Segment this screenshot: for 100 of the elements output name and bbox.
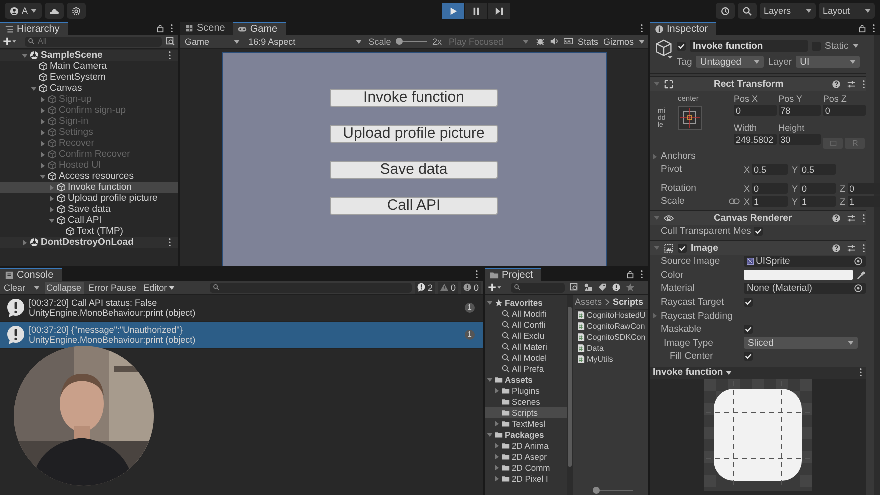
game-button[interactable]: Save data (330, 160, 498, 178)
foldout-arrow-icon[interactable] (487, 300, 493, 306)
number-field[interactable]: 0 (734, 105, 777, 116)
foldout-arrow-icon[interactable] (494, 388, 500, 394)
more-icon[interactable] (475, 270, 479, 279)
breadcrumb-link[interactable]: Scripts (613, 297, 644, 307)
error-count-toggle[interactable]: 0 (460, 282, 481, 294)
checkbox[interactable] (744, 325, 753, 334)
component-header[interactable]: Image (650, 240, 866, 255)
script-file[interactable]: Data (575, 343, 648, 354)
script-file[interactable]: CognitoRawCon (575, 321, 648, 332)
project-tree-item[interactable]: All Confli (485, 319, 567, 330)
hierarchy-item[interactable]: Main Camera (0, 61, 178, 72)
more-icon[interactable] (862, 80, 866, 88)
color-swatch[interactable] (744, 270, 853, 280)
number-field[interactable]: 78 (778, 105, 822, 116)
foldout-arrow-icon[interactable] (40, 174, 46, 180)
more-icon[interactable] (872, 24, 876, 33)
layer-dropdown[interactable]: UI (796, 56, 860, 68)
lock-icon[interactable] (156, 24, 165, 33)
checkbox[interactable] (744, 352, 753, 362)
foldout-arrow-icon[interactable] (487, 376, 493, 382)
sliders-icon[interactable] (847, 80, 856, 88)
project-tree-item[interactable]: Packages (485, 429, 567, 440)
hierarchy-item[interactable]: DontDestroyOnLoad (0, 237, 178, 248)
object-picker-icon[interactable] (854, 257, 863, 266)
tag-icon[interactable] (598, 283, 607, 292)
project-tree-item[interactable]: Scenes (485, 396, 567, 407)
console-tab[interactable]: Console (0, 268, 62, 281)
number-field[interactable]: 0 (800, 183, 836, 194)
foldout-arrow-icon[interactable] (49, 218, 55, 224)
settings-button[interactable] (67, 3, 86, 19)
foldout-arrow-icon[interactable] (494, 420, 500, 426)
aspect-dropdown[interactable]: 16:9 Aspect (246, 36, 364, 47)
hierarchy-item[interactable]: Upload profile picture (0, 193, 178, 204)
property-foldout[interactable]: Raycast Padding (661, 310, 750, 322)
project-tree-item[interactable]: All Modifi (485, 308, 567, 319)
inspector-tab[interactable]: Inspector (650, 22, 716, 35)
keyboard-icon[interactable] (564, 37, 573, 46)
project-tree-item[interactable]: All Model (485, 352, 567, 363)
foldout-arrow-icon[interactable] (49, 196, 55, 202)
caret-icon[interactable] (852, 44, 859, 48)
layers-dropdown[interactable]: Layers (760, 3, 816, 19)
hierarchy-item[interactable]: EventSystem (0, 72, 178, 83)
foldout-arrow-icon[interactable] (31, 86, 37, 92)
more-icon[interactable] (859, 368, 863, 378)
project-tree-item[interactable]: Scripts (485, 407, 567, 418)
search-field[interactable]: All (25, 36, 162, 46)
warning-filter-icon[interactable] (612, 283, 621, 292)
checkbox[interactable] (744, 298, 753, 308)
breadcrumb-link[interactable]: Assets (575, 297, 602, 307)
foldout-arrow-icon[interactable] (22, 52, 28, 58)
help-icon[interactable] (832, 80, 841, 88)
number-field[interactable]: 30 (778, 134, 822, 145)
project-tree-item[interactable]: 2D Pixel I (485, 473, 567, 484)
project-tree-item[interactable]: Assets (485, 374, 567, 385)
component-header[interactable]: Canvas Renderer (650, 210, 866, 225)
object-field[interactable]: None (Material) (744, 283, 866, 294)
eyedropper-icon[interactable] (857, 270, 866, 280)
hierarchy-item[interactable]: Invoke function (0, 182, 178, 193)
project-tree-item[interactable]: Plugins (485, 385, 567, 396)
link-icon[interactable] (729, 197, 740, 206)
slider-thumb[interactable] (396, 38, 404, 45)
log-entry[interactable]: [00:37:20] {"message":"Unauthorized"} UnityEngine.MonoBehaviour:print (object) 1 (0, 322, 483, 349)
view-tab[interactable]: Game (233, 22, 286, 35)
object-picker-icon[interactable] (854, 284, 863, 294)
display-dropdown[interactable]: Game (183, 36, 242, 47)
stats-button[interactable]: Stats (578, 36, 598, 46)
foldout-arrow-icon[interactable] (494, 464, 500, 470)
cloud-button[interactable] (45, 3, 64, 19)
hierarchy-item[interactable]: SampleScene (0, 50, 178, 61)
script-file[interactable]: MyUtils (575, 354, 648, 365)
console-toolbar-button[interactable]: Clear (2, 282, 42, 294)
game-button[interactable]: Call API (330, 196, 498, 214)
search-scene-icon[interactable] (166, 37, 175, 46)
star-icon[interactable] (626, 283, 635, 292)
foldout-arrow-icon[interactable] (487, 432, 493, 438)
history-button[interactable] (716, 3, 735, 19)
anchors-foldout[interactable]: Anchors (661, 151, 750, 162)
project-tree-item[interactable]: All Exclu (485, 330, 567, 341)
anchor-preset-button[interactable] (678, 106, 702, 130)
tag-dropdown[interactable]: Untagged (696, 56, 764, 68)
number-field[interactable]: 1 (800, 196, 836, 207)
project-tree-item[interactable]: All Materi (485, 341, 567, 352)
play-button[interactable] (442, 3, 464, 19)
help-icon[interactable] (832, 214, 841, 222)
search-field[interactable] (511, 282, 565, 292)
hierarchy-item[interactable]: Access resources (0, 171, 178, 182)
number-field[interactable]: 0 (823, 105, 866, 116)
project-tree-item[interactable]: 2D Asepr (485, 451, 567, 462)
bug-icon[interactable] (536, 37, 545, 46)
name-field[interactable]: Invoke function (690, 40, 808, 52)
step-button[interactable] (488, 3, 510, 19)
project-tree-item[interactable]: All Prefa (485, 363, 567, 374)
foldout-arrow-icon[interactable] (49, 206, 55, 212)
more-icon[interactable] (640, 24, 644, 33)
foldout-arrow-icon[interactable] (494, 454, 500, 460)
hierarchy-item[interactable]: Canvas (0, 83, 178, 94)
game-button[interactable]: Invoke function (330, 88, 498, 106)
number-field[interactable]: 0.5 (752, 164, 788, 175)
